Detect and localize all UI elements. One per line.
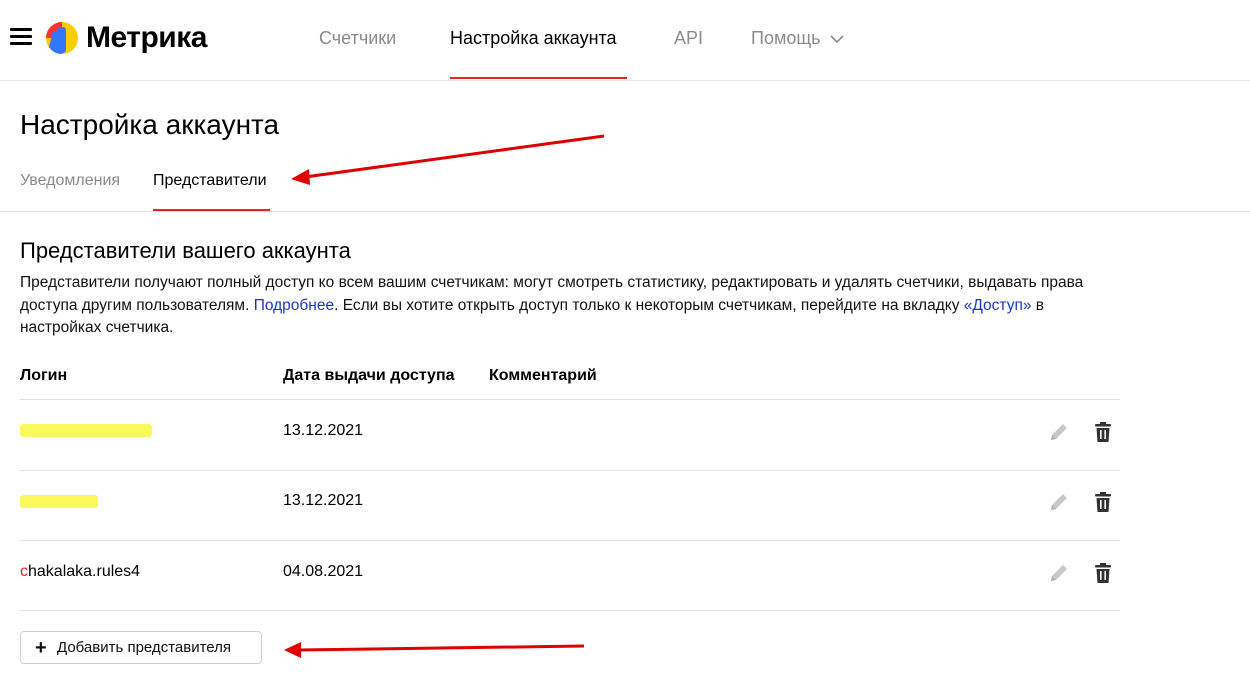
red-arrow-annotation [291, 134, 605, 185]
red-arrow-annotation [284, 642, 585, 658]
annotation-arrows [284, 134, 605, 658]
